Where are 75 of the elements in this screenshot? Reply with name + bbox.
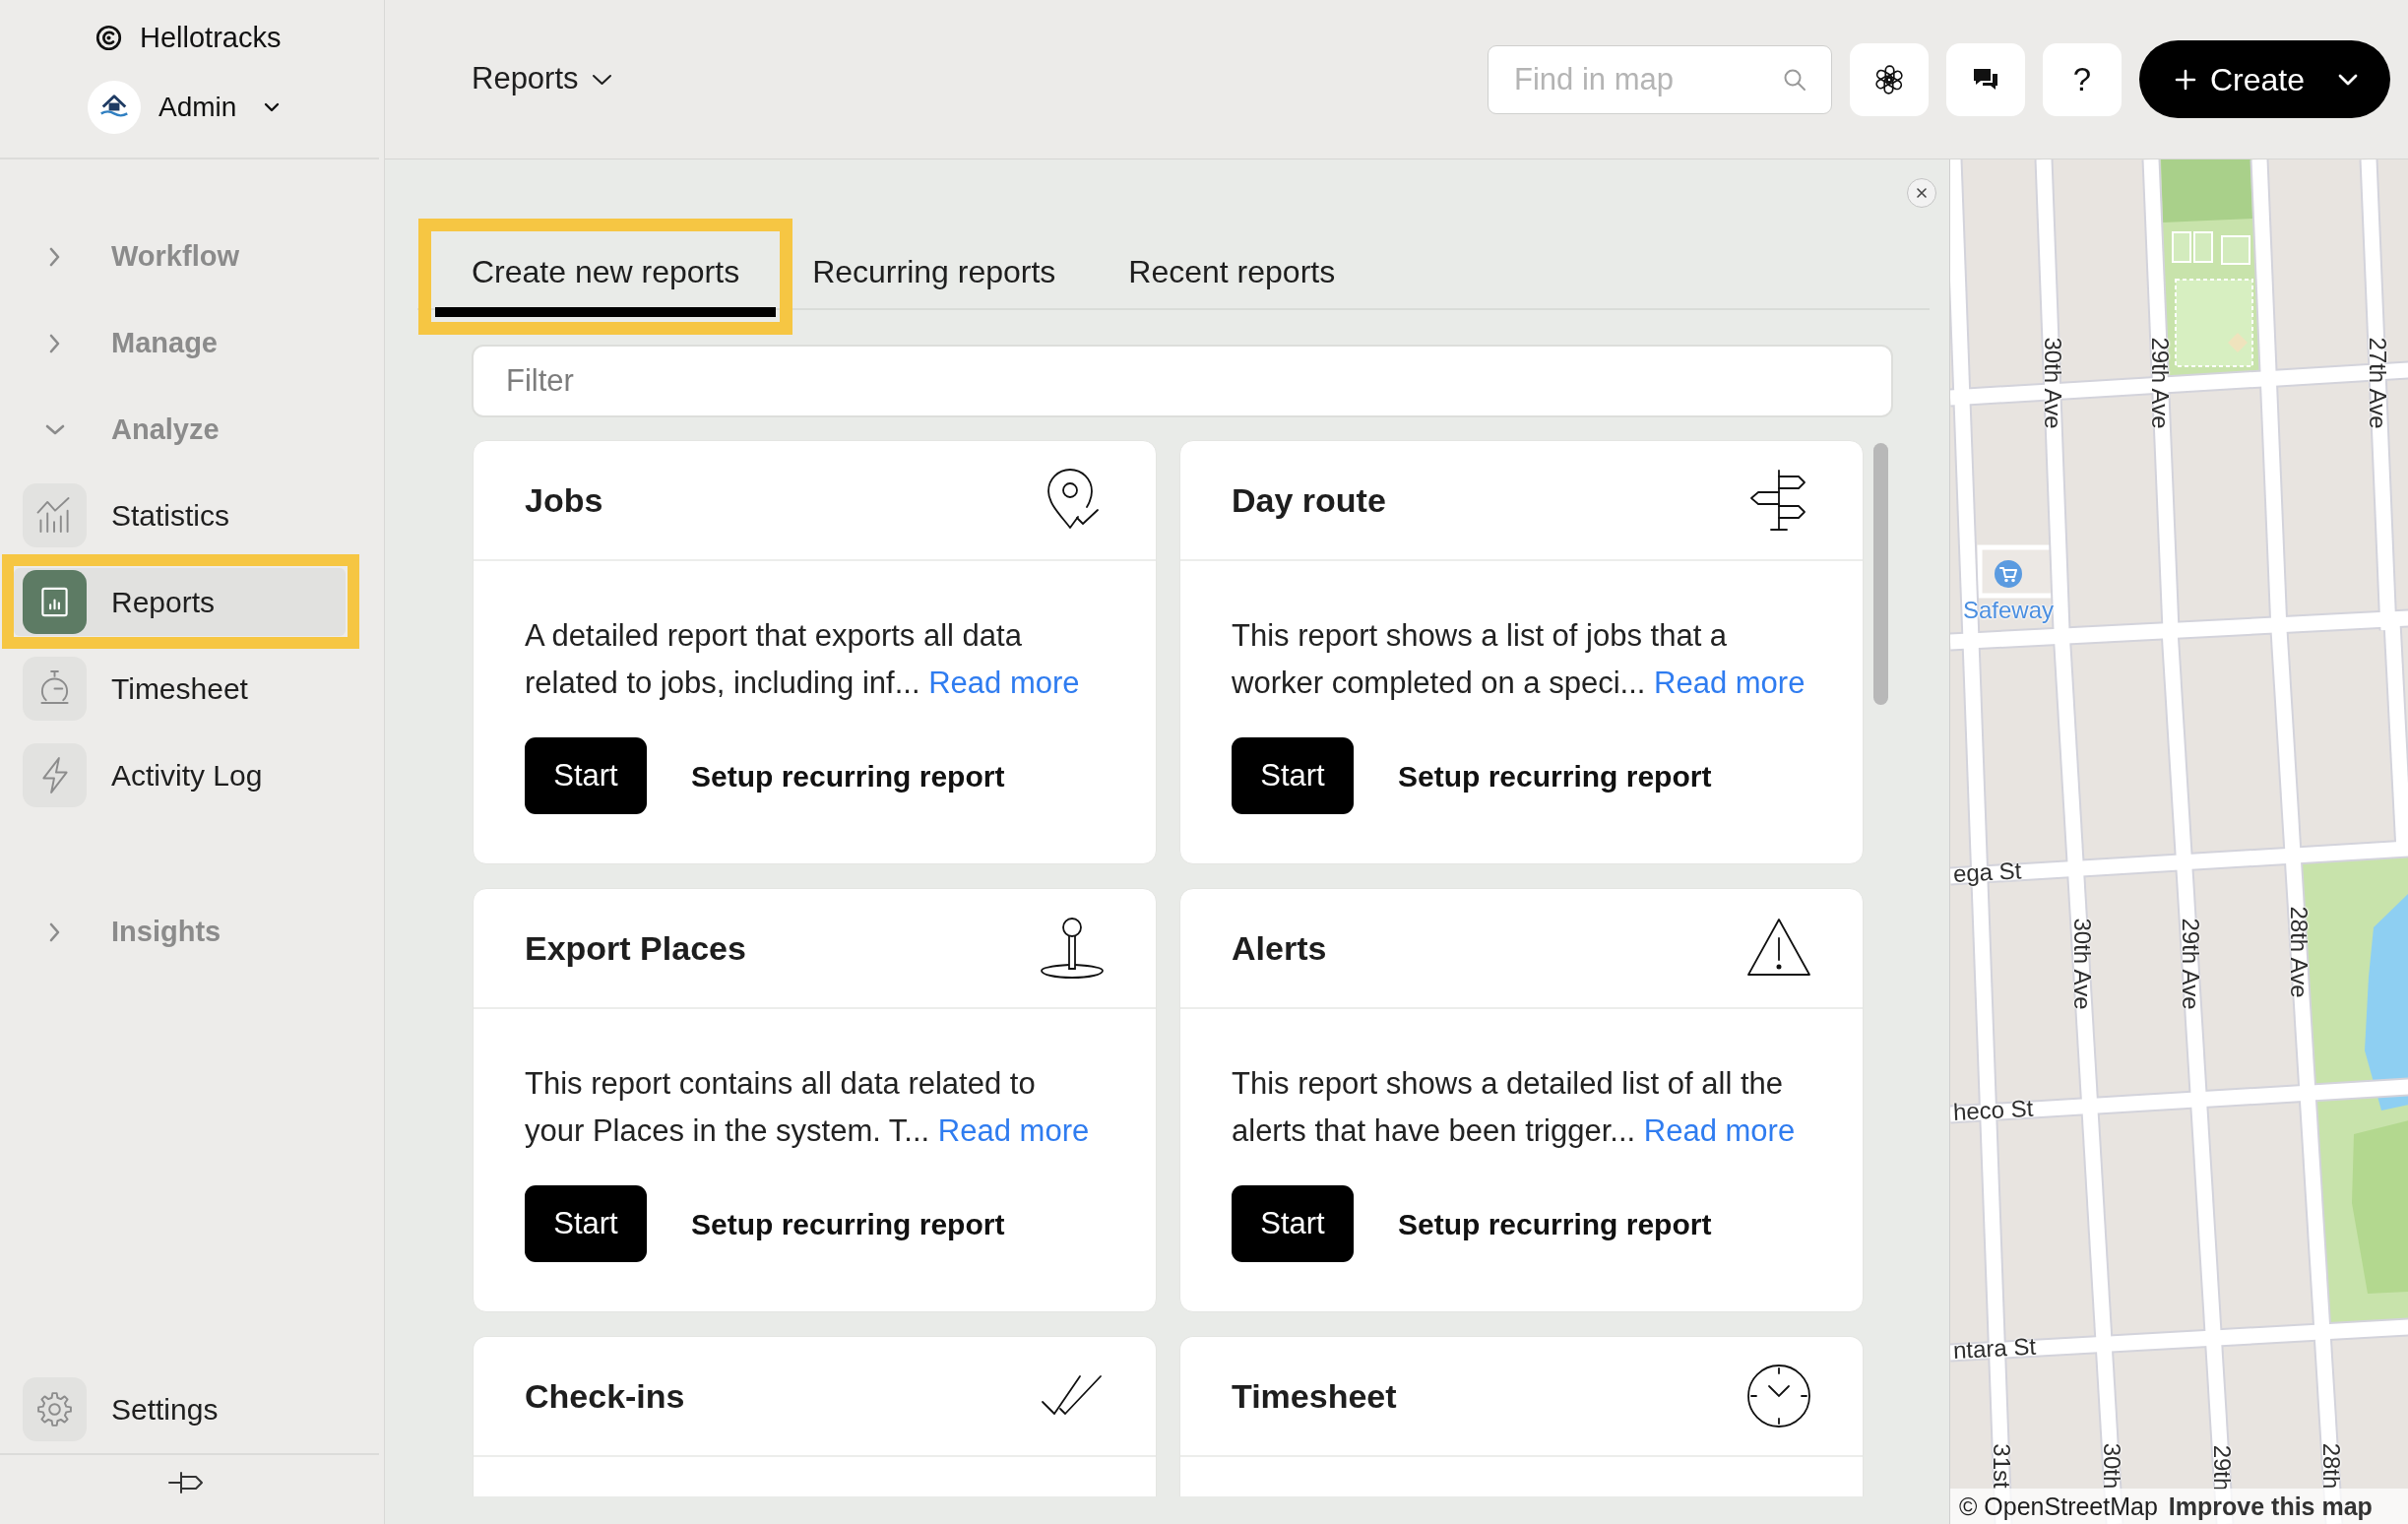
tab[interactable]: Recurring reports — [776, 231, 1093, 317]
street-label: heco St — [1952, 1096, 2034, 1124]
street-label: ntara St — [1952, 1334, 2037, 1363]
start-button[interactable]: Start — [1232, 737, 1354, 814]
scrollbar[interactable] — [1873, 443, 1888, 705]
close-icon — [1916, 187, 1928, 199]
card-description: This report shows a detailed list of all the alerts that have been trigger... Read more — [1232, 1065, 1797, 1150]
read-more-link[interactable]: Read more — [1654, 666, 1806, 700]
read-more-link[interactable]: Read more — [937, 1113, 1090, 1148]
street-label: 30th Ave — [2070, 918, 2094, 1010]
street-label: 27th Ave — [2366, 337, 2389, 429]
settings-item[interactable]: Settings — [14, 1375, 346, 1443]
tab[interactable]: Create new reports — [435, 231, 777, 317]
attribution-link[interactable]: © OpenStreetMap — [1959, 1489, 2158, 1524]
place-label: Safeway — [1962, 599, 2055, 622]
setup-recurring-button[interactable]: Setup recurring report — [1398, 1201, 1712, 1246]
card-description: This report contains all data related to your Places in the system. T... Read more — [525, 1065, 1091, 1150]
street-label: ega St — [1952, 858, 2022, 886]
chevron-down-icon — [2338, 73, 2358, 86]
house-logo-icon — [88, 81, 141, 134]
street-label: 30th — [2100, 1442, 2123, 1490]
card-title: Alerts — [1232, 927, 1327, 969]
pushpin-icon — [1040, 915, 1105, 982]
clock-icon — [1746, 1363, 1811, 1429]
card-title: Timesheet — [1232, 1375, 1397, 1417]
search-field[interactable]: Find in map — [1488, 44, 1832, 114]
street-label: 29th — [2210, 1444, 2234, 1492]
street-label: 30th Ave — [2041, 337, 2064, 429]
chat-button[interactable] — [1946, 42, 2025, 116]
search-icon — [1783, 67, 1806, 92]
create-button[interactable]: Create — [2139, 40, 2390, 118]
street-label: 29th Ave — [2179, 918, 2202, 1010]
knot-button[interactable] — [1850, 42, 1929, 116]
filter-field[interactable]: Filter — [472, 345, 1893, 417]
street-label: 28th Ave — [2287, 906, 2311, 998]
card-description: A detailed report that exports all data related to jobs, including inf... Read more — [525, 617, 1081, 702]
card-title: Jobs — [525, 479, 603, 521]
chat-bubbles-icon — [1972, 66, 1999, 93]
timer-icon — [23, 657, 87, 721]
card-title: Check-ins — [525, 1375, 685, 1417]
lightning-icon — [23, 743, 87, 807]
brand-name: Hellotracks — [140, 21, 282, 55]
read-more-link[interactable]: Read more — [1643, 1113, 1796, 1148]
street-label: 28th — [2319, 1442, 2343, 1490]
start-button[interactable]: Start — [1232, 1185, 1354, 1262]
setup-recurring-button[interactable]: Setup recurring report — [1398, 753, 1712, 798]
ring-logo-icon — [95, 24, 122, 51]
help-button[interactable]: ? — [2043, 42, 2122, 116]
street-label: 31st — [1990, 1443, 2013, 1489]
start-button[interactable]: Start — [525, 737, 647, 814]
read-more-link[interactable]: Read more — [928, 666, 1080, 700]
card-description: This report shows a list of jobs that a worker completed on a speci... Read more — [1232, 617, 1806, 702]
reports-menu-button[interactable]: Reports — [472, 56, 612, 102]
account-menu-button[interactable]: Admin — [158, 88, 281, 127]
sidebar-item[interactable]: Timesheet — [14, 655, 346, 723]
plus-icon — [2175, 68, 2196, 91]
street-label: 29th Ave — [2148, 337, 2172, 429]
sidebar-item[interactable]: Activity Log — [14, 741, 346, 809]
settings-icon — [23, 1377, 87, 1441]
chevron-down-icon — [591, 73, 612, 86]
line-chart-icon — [23, 483, 87, 547]
shopping-cart-icon — [1995, 560, 2022, 588]
sidebar-item[interactable]: Statistics — [14, 481, 346, 549]
improve-map-link[interactable]: Improve this map — [2168, 1489, 2373, 1524]
start-button[interactable]: Start — [525, 1185, 647, 1262]
sidebar-item[interactable]: Reports — [14, 568, 346, 636]
chevron-down-icon — [264, 102, 281, 112]
setup-recurring-button[interactable]: Setup recurring report — [691, 753, 1005, 798]
tab[interactable]: Recent reports — [1092, 231, 1372, 317]
setup-recurring-button[interactable]: Setup recurring report — [691, 1201, 1005, 1246]
bar-chart-icon — [23, 570, 87, 634]
card-title: Day route — [1232, 479, 1386, 521]
card-title: Export Places — [525, 927, 746, 969]
close-button[interactable] — [1907, 178, 1936, 208]
knot-icon — [1872, 62, 1906, 96]
